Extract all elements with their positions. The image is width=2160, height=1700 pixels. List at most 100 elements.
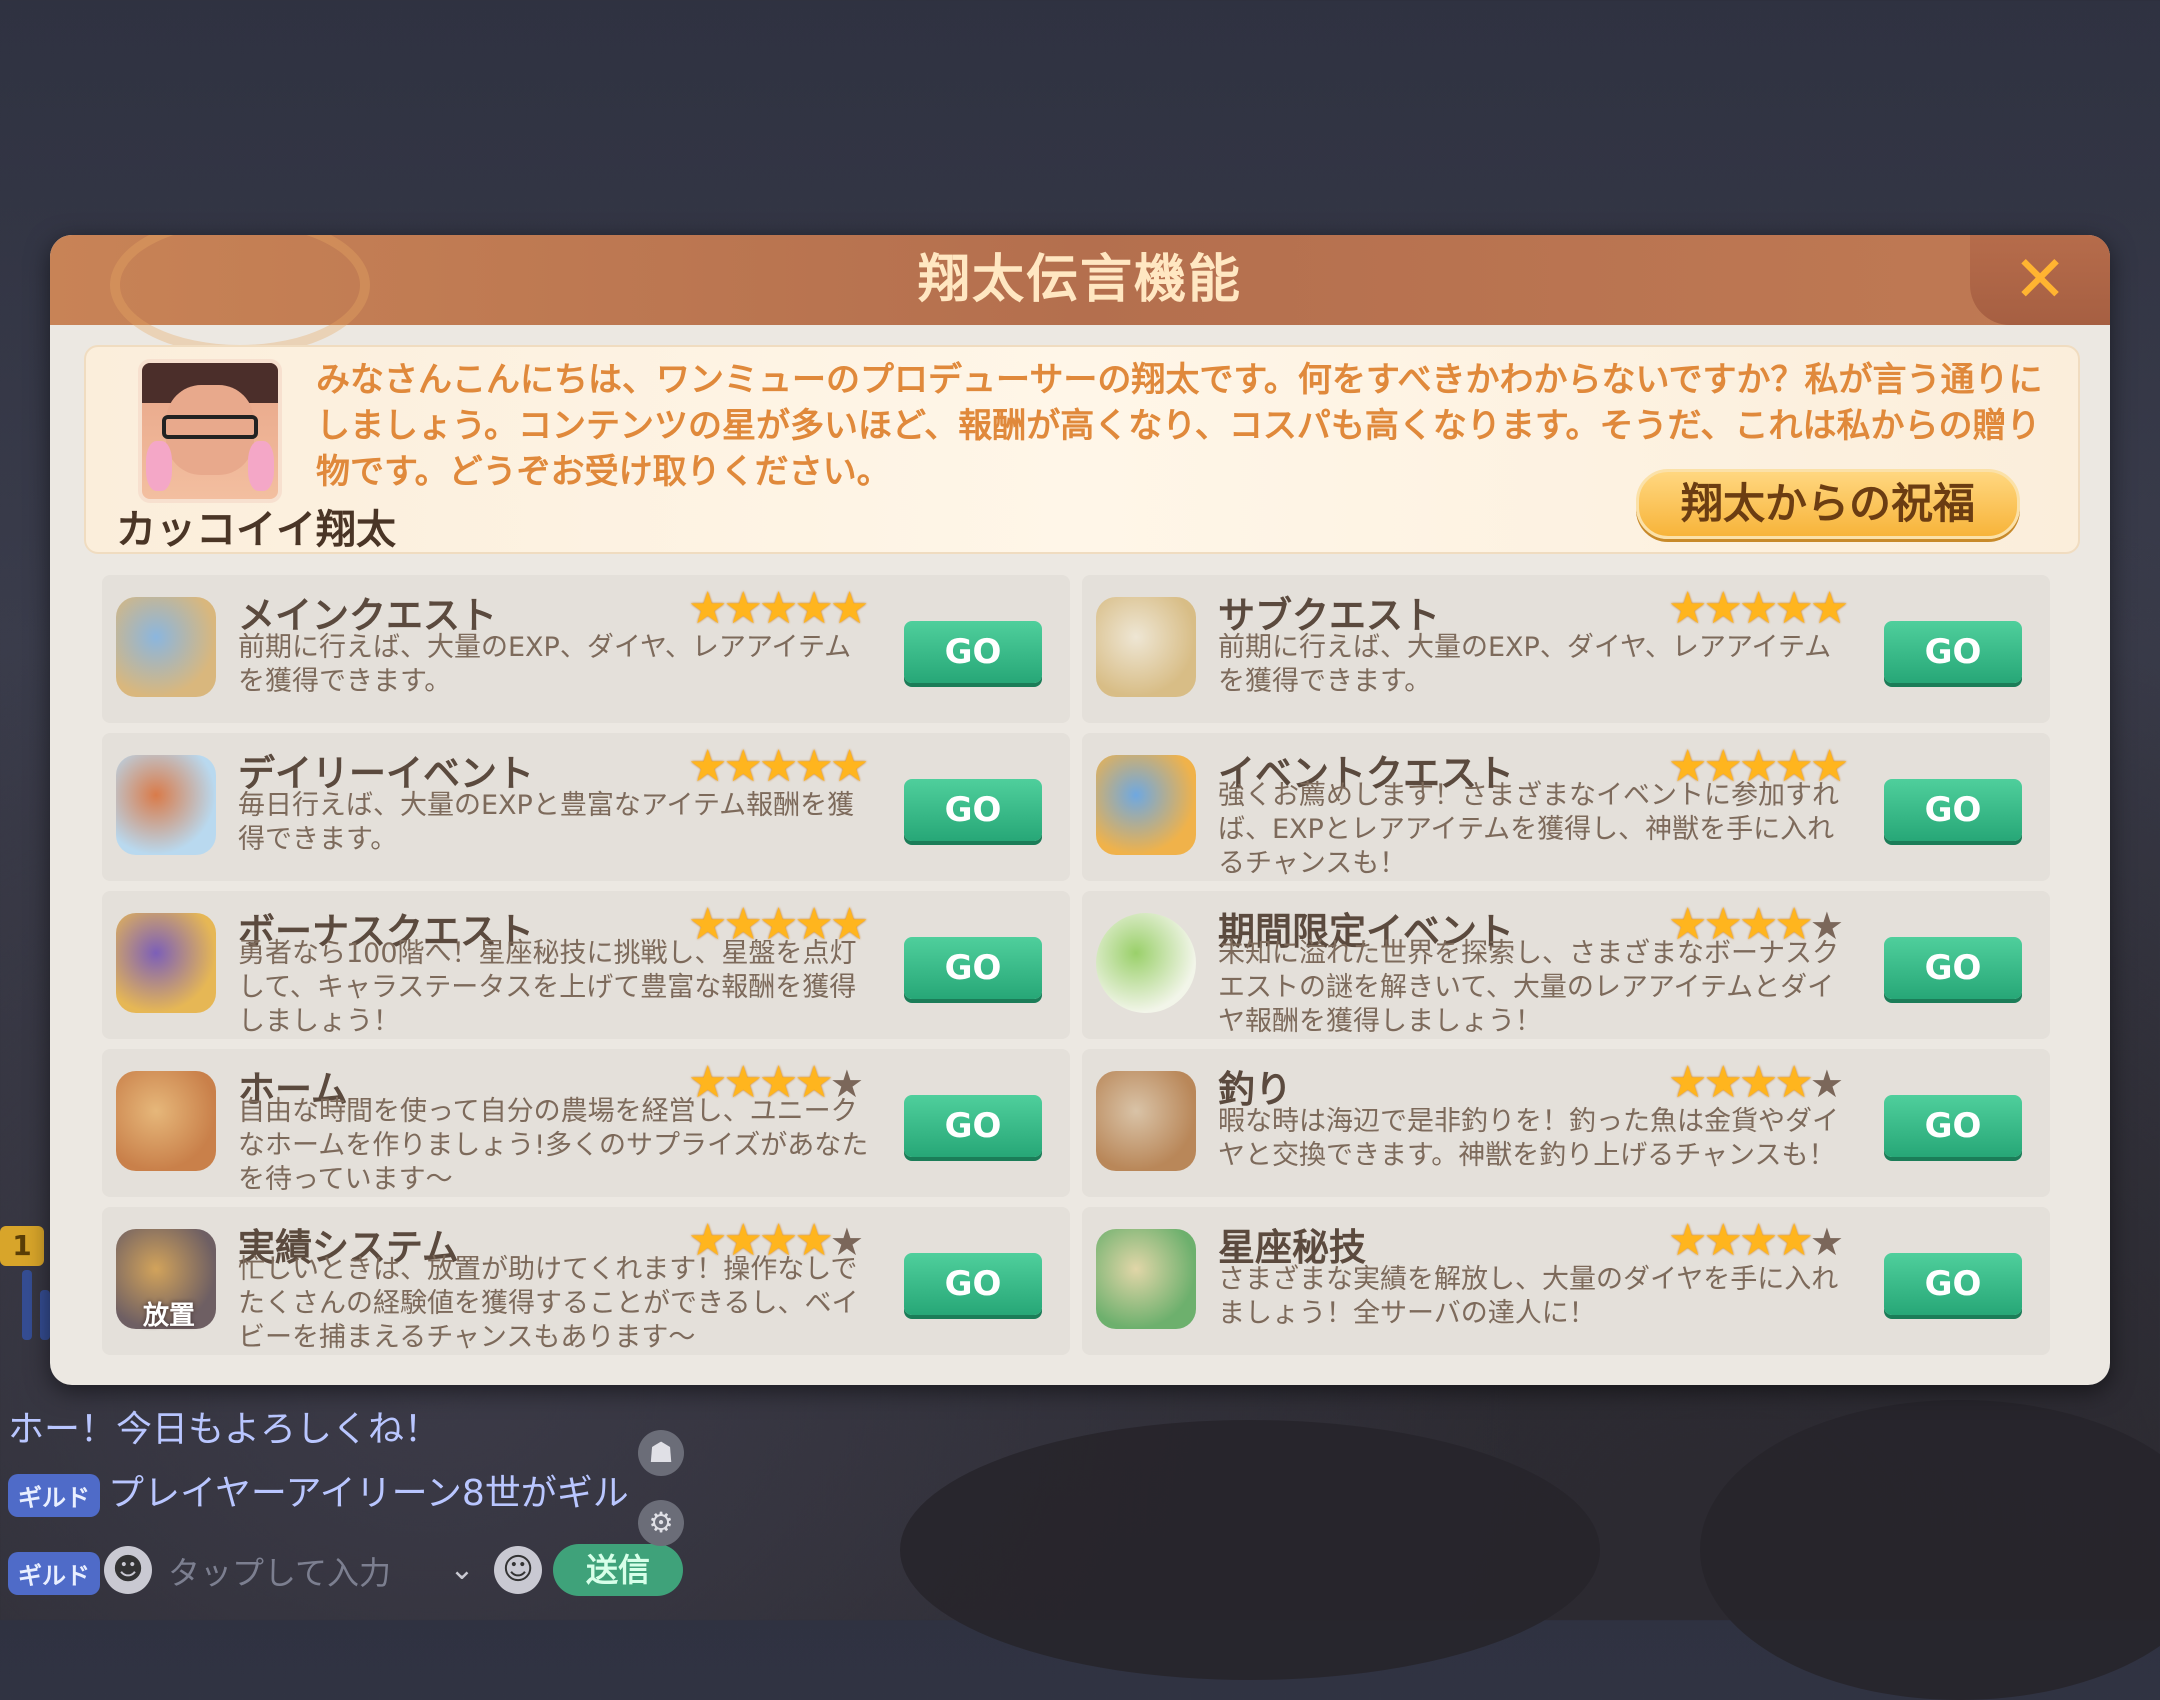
star-filled-icon: ★ [1738,1215,1779,1266]
star-filled-icon: ★ [1774,1215,1814,1266]
scroll-quill-icon [116,597,216,697]
chat-message-text: プレイヤーアイリーン8世がギル [108,1473,629,1514]
quest-description: 未知に溢れた世界を探索し、さまざまなボーナスクエストの謎を解きいて、大量のレアア… [1218,938,1839,1037]
star-filled-icon: ★ [688,583,728,634]
go-button[interactable]: GO [1884,621,2022,683]
quest-description: 暇な時は海辺で是非釣りを！釣った魚は金貨やダイヤと交換できます。神獣を釣り上げる… [1218,1106,1839,1171]
star-filled-icon: ★ [794,583,834,634]
fishing-rod-icon [1096,1071,1196,1171]
star-rating: ★★★★★ [1668,1057,1844,1108]
star-filled-icon: ★ [1668,1215,1708,1266]
quest-card: 釣り ★★★★★ 暇な時は海辺で是非釣りを！釣った魚は金貨やダイヤと交換できます。神… [1082,1049,2050,1197]
star-rating: ★★★★★ [688,583,869,634]
quest-description: 前期に行えば、大量のEXP、ダイヤ、レアアイテムを獲得できます。 [1218,632,1832,697]
producer-avatar [138,359,282,503]
chat-input[interactable]: タップして入力 [168,1548,391,1594]
map-quill-icon [1096,597,1196,697]
dialog-title: 翔太伝言機能 [917,250,1242,310]
star-filled-icon: ★ [1774,583,1814,634]
producer-intro-panel: カッコイイ翔太 みなさんこんにちは、ワンミューのプロデューサーの翔太です。何をす… [84,345,2080,554]
go-button[interactable]: GO [1884,1253,2022,1315]
chat-message-text: ホー！今日もよろしくね！ [8,1409,441,1450]
star-filled-icon: ★ [758,583,799,634]
go-button[interactable]: GO [1884,779,2022,841]
star-filled-icon: ★ [794,741,834,792]
go-button[interactable]: GO [904,779,1042,841]
voice-icon[interactable]: ☻ [104,1546,152,1594]
star-rating: ★★★★★ [1668,1215,1844,1266]
send-button[interactable]: 送信 [553,1544,683,1596]
avatar-icon[interactable]: ☗ [638,1430,684,1476]
star-filled-icon: ★ [758,741,799,792]
star-empty-icon: ★ [1809,1062,1844,1106]
star-filled-icon: ★ [688,741,728,792]
star-filled-icon: ★ [1738,1057,1779,1108]
star-filled-icon: ★ [1738,583,1779,634]
go-button[interactable]: GO [904,1095,1042,1157]
star-empty-icon: ★ [1809,1220,1844,1264]
star-filled-icon: ★ [1703,1215,1743,1266]
astrolabe-icon [116,913,216,1013]
star-filled-icon: ★ [1809,583,1850,634]
go-button[interactable]: GO [904,621,1042,683]
idle-icon-label: 放置 [142,1301,195,1331]
star-filled-icon: ★ [1774,1057,1814,1108]
chat-input-bar: ギルド ☻ タップして入力 ⌄ ☺ 送信 [8,1540,688,1602]
idle-hexagon-icon: 放置 [116,1229,216,1331]
close-icon: ✕ [2013,243,2067,317]
chevron-down-icon[interactable]: ⌄ [438,1546,486,1594]
star-filled-icon: ★ [723,741,763,792]
quest-card: イベントクエスト ★★★★★ 強くお薦めします！さまざまなイベントに参加すれば、EX… [1082,733,2050,881]
go-button[interactable]: GO [1884,937,2022,999]
quest-description: 毎日行えば、大量のEXPと豊富なアイテム報酬を獲得できます。 [238,790,855,855]
quest-card: メインクエスト ★★★★★ 前期に行えば、大量のEXP、ダイヤ、レアアイテムを獲得で… [102,575,1070,723]
go-button[interactable]: GO [904,1253,1042,1315]
compass-icon [116,755,216,855]
chat-message: ホー！今日もよろしくね！ [8,1400,440,1452]
quest-card: ボーナスクエスト ★★★★★ 勇者なら100階へ！星座秘技に挑戦し、星盤を点灯して、… [102,891,1070,1039]
quest-description: 強くお薦めします！さまざまなイベントに参加すれば、EXPとレアアイテムを獲得し、… [1218,780,1839,879]
star-filled-icon: ★ [1703,1057,1743,1108]
quest-description: 忙しいときは、放置が助けてくれます！操作なしでたくさんの経験値を獲得することがで… [238,1254,859,1353]
star-filled-icon: ★ [1668,583,1708,634]
background-plant [22,1270,32,1340]
dialog-titlebar: 翔太伝言機能 ✕ [50,235,2110,355]
quest-card: 星座秘技 ★★★★★ さまざまな実績を解放し、大量のダイヤを手に入れましょう！全サー… [1082,1207,2050,1355]
background-rock [900,1420,1600,1680]
blessing-button[interactable]: 翔太からの祝福 [1636,469,2020,539]
level-badge: 1 [0,1226,44,1266]
message-dialog: 翔太伝言機能 ✕ カッコイイ翔太 みなさんこんにちは、ワンミューのプロデューサー… [50,235,2110,1385]
chat-panel: ホー！今日もよろしくね！ ギルド プレイヤーアイリーン8世がギル ギルド ☻ タッ… [8,1360,708,1620]
egg-icon [1096,913,1196,1013]
quest-grid: メインクエスト ★★★★★ 前期に行えば、大量のEXP、ダイヤ、レアアイテムを獲得で… [102,575,2058,1365]
book-quill-icon [1096,1229,1196,1329]
quest-description: 前期に行えば、大量のEXP、ダイヤ、レアアイテムを獲得できます。 [238,632,852,697]
chat-message: ギルド プレイヤーアイリーン8世がギル [8,1464,629,1517]
background-plant [40,1290,50,1340]
channel-tag[interactable]: ギルド [8,1552,100,1595]
emoji-icon[interactable]: ☺ [494,1546,542,1594]
house-icon [116,1071,216,1171]
background-rock [1700,1400,2160,1700]
star-filled-icon: ★ [723,583,763,634]
go-button[interactable]: GO [1884,1095,2022,1157]
quest-card: 期間限定イベント ★★★★★ 未知に溢れた世界を探索し、さまざまなボーナスクエストの… [1082,891,2050,1039]
quest-card: サブクエスト ★★★★★ 前期に行えば、大量のEXP、ダイヤ、レアアイテムを獲得でき… [1082,575,2050,723]
gear-icon[interactable]: ⚙ [638,1500,684,1546]
star-filled-icon: ★ [829,583,870,634]
quest-card: 放置 実績システム ★★★★★ 忙しいときは、放置が助けてくれます！操作なしでたくさん… [102,1207,1070,1355]
npc-name: カッコイイ翔太 [116,507,396,553]
quest-description: 勇者なら100階へ！星座秘技に挑戦し、星盤を点灯して、キャラステータスを上げて豊… [238,938,857,1037]
guild-tag: ギルド [8,1473,100,1517]
quest-description: さまざまな実績を解放し、大量のダイヤを手に入れましょう！全サーバの達人に！ [1218,1264,1839,1329]
star-rating: ★★★★★ [688,741,869,792]
star-filled-icon: ★ [1668,1057,1708,1108]
event-emblem-icon [1096,755,1196,855]
quest-description: 自由な時間を使って自分の農場を経営し、ユニークなホームを作りましょう!多くのサプ… [238,1096,869,1195]
close-button[interactable]: ✕ [1970,235,2110,325]
go-button[interactable]: GO [904,937,1042,999]
star-filled-icon: ★ [829,741,870,792]
star-filled-icon: ★ [1703,583,1743,634]
quest-card: ホーム ★★★★★ 自由な時間を使って自分の農場を経営し、ユニークなホームを作りまし… [102,1049,1070,1197]
star-rating: ★★★★★ [1668,583,1849,634]
